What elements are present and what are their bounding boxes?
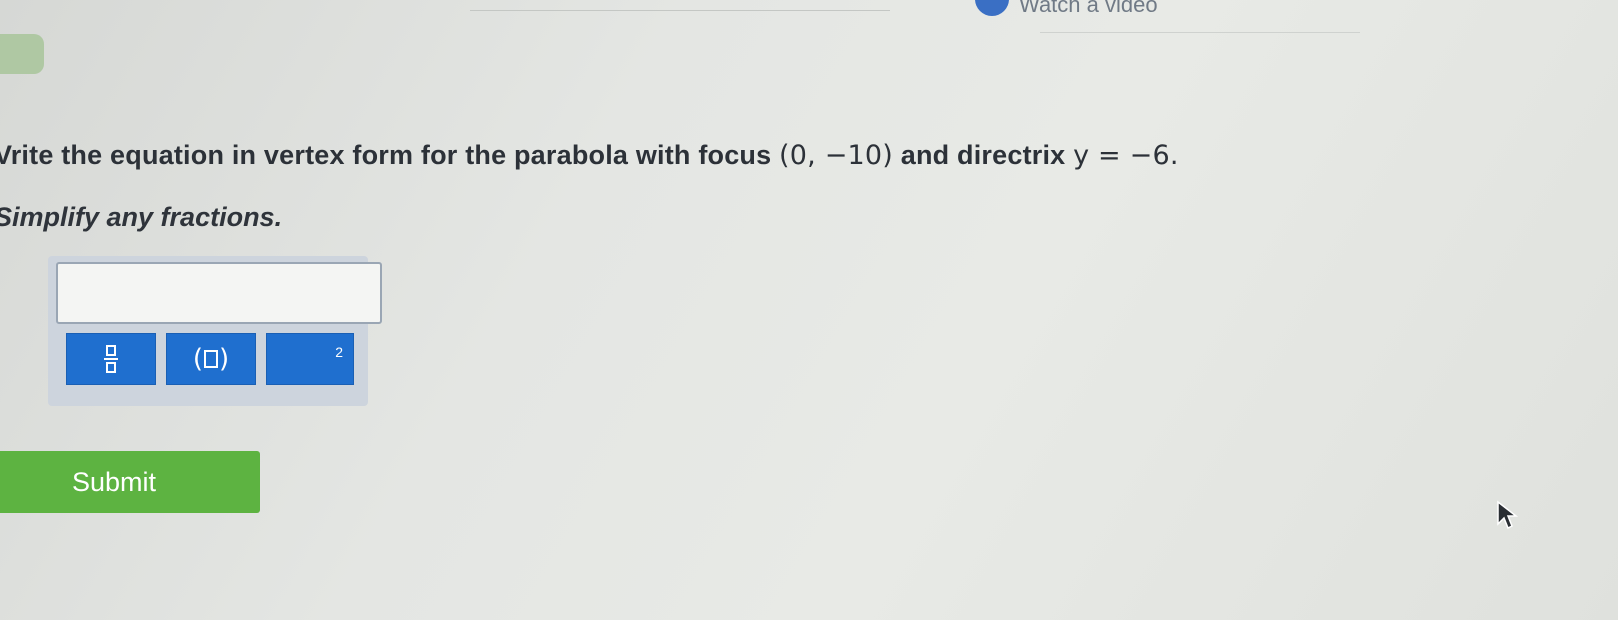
fraction-button[interactable] xyxy=(66,333,156,385)
question-instruction: Simplify any fractions. xyxy=(0,202,283,232)
focus-value: (0, −10) xyxy=(779,140,894,171)
parentheses-icon: () xyxy=(192,344,230,374)
watch-video-link[interactable]: Watch a video xyxy=(975,0,1158,18)
header-divider xyxy=(1040,32,1360,33)
prompt-text: Vrite the equation in vertex form for th… xyxy=(0,140,772,170)
help-thumbnail-icon xyxy=(0,34,44,74)
mouse-pointer-icon xyxy=(1497,500,1519,530)
directrix-value: y = −6. xyxy=(1073,140,1179,171)
watch-video-label: Watch a video xyxy=(1019,0,1158,17)
exponent-button[interactable]: 2 xyxy=(266,333,354,385)
fraction-icon xyxy=(104,345,118,373)
answer-input[interactable] xyxy=(56,262,382,324)
question-prompt: Vrite the equation in vertex form for th… xyxy=(0,140,1179,171)
parentheses-button[interactable]: () xyxy=(166,333,256,385)
exponent-icon: 2 xyxy=(335,344,343,360)
header-divider xyxy=(470,10,890,11)
submit-button[interactable]: Submit xyxy=(0,451,260,513)
play-video-icon xyxy=(975,0,1009,16)
prompt-connector: and directrix xyxy=(900,140,1066,170)
